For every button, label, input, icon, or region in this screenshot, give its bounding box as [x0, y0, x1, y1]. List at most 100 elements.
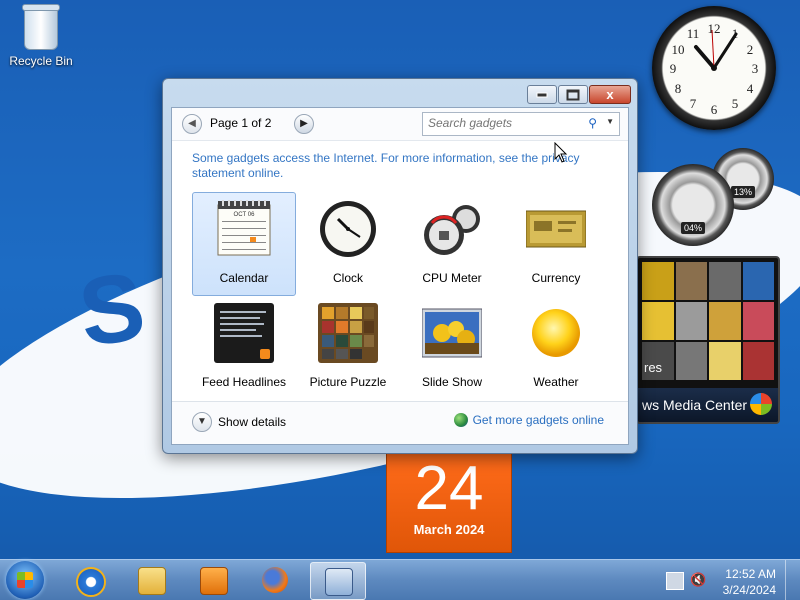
gadget-label: Feed Headlines [201, 375, 287, 389]
gallery-toolbar: ◀ Page 1 of 2 ▶ ⚲ ▼ [172, 108, 628, 141]
show-details-label: Show details [218, 415, 287, 429]
taskbar-firefox[interactable] [248, 562, 302, 598]
gadget-label: Picture Puzzle [309, 375, 387, 389]
windows-logo-icon [17, 572, 33, 588]
gadget-label: Clock [332, 271, 363, 285]
volume-muted-icon[interactable]: 🔇 [690, 572, 706, 588]
gadgets-icon [325, 568, 353, 596]
search-box: ⚲ ▼ [422, 112, 620, 136]
gallery-bottom-bar: ▼ Show details Get more gadgets online [172, 401, 628, 444]
svg-text:7: 7 [690, 96, 697, 111]
gadget-label: Currency [531, 271, 581, 285]
taskbar-date: 3/24/2024 [722, 583, 776, 597]
maximize-icon [566, 89, 580, 100]
gadget-feed-headlines[interactable]: Feed Headlines [192, 296, 296, 392]
firefox-icon [262, 567, 288, 593]
gadget-weather[interactable]: Weather [504, 296, 608, 392]
gadget-clock[interactable]: Clock [296, 192, 400, 296]
recycle-bin-icon [22, 4, 60, 50]
svg-text:2: 2 [747, 42, 754, 57]
next-page-button[interactable]: ▶ [294, 114, 314, 134]
caption-buttons: x [527, 85, 631, 104]
start-button[interactable] [6, 561, 44, 599]
show-desktop-button[interactable] [785, 560, 800, 600]
maximize-button[interactable] [558, 85, 588, 104]
taskbar-time: 12:52 AM [725, 567, 776, 581]
gadget-label: CPU Meter [422, 271, 482, 285]
svg-text:9: 9 [670, 61, 677, 76]
svg-text:OCT 06: OCT 06 [234, 212, 256, 218]
folder-icon [138, 567, 166, 595]
currency-gadget-icon [525, 199, 587, 259]
get-more-label: Get more gadgets online [472, 413, 604, 427]
taskbar-gadgets[interactable] [310, 562, 366, 600]
media-center-gadget[interactable]: res ws Media Center [636, 256, 780, 424]
gadget-slide-show[interactable]: Slide Show [400, 296, 504, 392]
memory-percent: 13% [730, 186, 756, 198]
recycle-bin-desktop-icon[interactable]: Recycle Bin [6, 4, 76, 68]
media-player-icon [200, 567, 228, 595]
mouse-cursor-icon [554, 142, 568, 163]
taskbar-clock[interactable]: 12:52 AM 3/24/2024 [723, 566, 776, 598]
svg-text:5: 5 [732, 96, 739, 111]
taskbar: 🔇 12:52 AM 3/24/2024 [0, 559, 800, 600]
clock-gadget-icon [318, 199, 378, 259]
get-more-gadgets-link[interactable]: Get more gadgets online [453, 413, 604, 427]
internet-explorer-icon [76, 567, 106, 597]
svg-text:11: 11 [687, 26, 700, 41]
media-center-bar: ws Media Center [638, 388, 778, 422]
cpu-gauge: 04% [652, 164, 734, 246]
page-indicator: Page 1 of 2 [210, 116, 272, 130]
calendar-day: 24 [414, 454, 484, 523]
calendar-desktop-gadget[interactable]: 24 March 2024 [386, 453, 512, 553]
svg-text:10: 10 [672, 42, 685, 57]
gadget-currency[interactable]: Currency [504, 192, 608, 296]
gadget-cpu-meter[interactable]: CPU Meter [400, 192, 504, 296]
gadget-grid: OCT 06 Calendar Clock CPU Meter Currency… [192, 192, 608, 392]
wallpaper-logo: S [72, 251, 156, 368]
cpu-meter-gadget[interactable]: 13% 04% [648, 148, 778, 246]
notification-area: 🔇 12:52 AM 3/24/2024 [660, 560, 800, 600]
search-input[interactable] [423, 113, 586, 133]
taskbar-internet-explorer[interactable] [62, 562, 116, 598]
sun-icon [526, 303, 586, 363]
recycle-bin-label: Recycle Bin [9, 54, 73, 68]
gadget-label: Slide Show [421, 375, 483, 389]
windows-logo-icon [750, 393, 772, 415]
previous-page-button[interactable]: ◀ [182, 114, 202, 134]
calendar-gadget-icon: OCT 06 [214, 199, 274, 259]
feed-headlines-gadget-icon [214, 303, 274, 363]
clock-gadget[interactable]: 1212 345 678 91011 [652, 6, 776, 130]
minimize-icon [536, 92, 548, 97]
arrow-right-icon: ▶ [300, 118, 308, 129]
taskbar-file-explorer[interactable] [124, 562, 178, 598]
svg-text:4: 4 [747, 81, 754, 96]
cpu-meter-gadget-icon [422, 199, 482, 259]
media-partial-text: res [644, 360, 663, 375]
svg-text:12: 12 [708, 21, 721, 36]
show-details-toggle[interactable]: ▼ Show details [192, 412, 286, 432]
network-icon[interactable] [666, 572, 684, 590]
minimize-button[interactable] [527, 85, 557, 104]
gadget-picture-puzzle[interactable]: Picture Puzzle [296, 296, 400, 392]
gadget-label: Calendar [219, 271, 269, 285]
cpu-percent: 04% [680, 222, 706, 234]
dropdown-arrow-icon[interactable]: ▼ [606, 117, 614, 126]
globe-icon [453, 413, 468, 427]
svg-text:3: 3 [752, 61, 759, 76]
close-icon: x [606, 87, 614, 102]
picture-puzzle-gadget-icon [318, 303, 378, 363]
svg-text:6: 6 [711, 102, 718, 117]
clock-face-icon: 1212 345 678 91011 [670, 21, 759, 117]
svg-text:8: 8 [675, 81, 682, 96]
close-button[interactable]: x [589, 85, 631, 104]
gadget-gallery-window: x ◀ Page 1 of 2 ▶ ⚲ ▼ Some gadgets acces… [162, 78, 638, 454]
arrow-left-icon: ◀ [188, 118, 196, 129]
media-center-label: ws Media Center [642, 397, 748, 413]
gadget-calendar[interactable]: OCT 06 Calendar [192, 192, 296, 296]
slide-show-gadget-icon [421, 303, 483, 363]
chevron-down-icon: ▼ [192, 412, 212, 432]
calendar-month: March 2024 [413, 522, 485, 537]
search-icon[interactable]: ⚲ [588, 116, 597, 130]
taskbar-media-player[interactable] [186, 562, 240, 598]
